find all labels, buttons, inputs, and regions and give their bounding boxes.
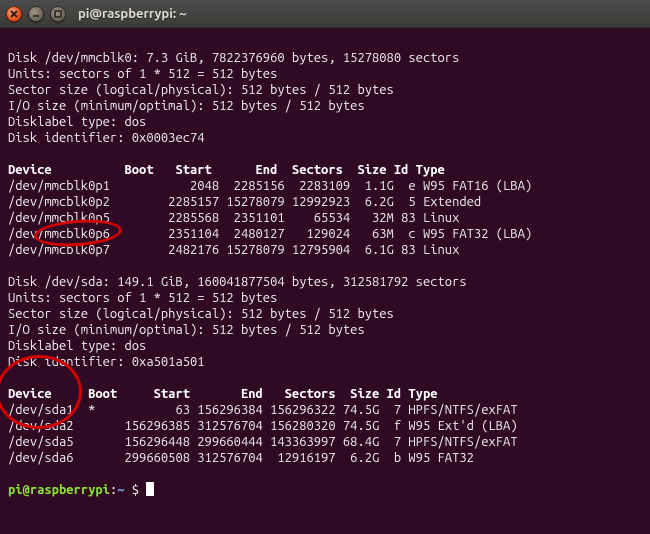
- partition-row: /dev/sda5 156296448 299660444 143363997 …: [8, 435, 518, 449]
- disk0-line5: Disklabel type: dos: [8, 115, 146, 129]
- disk1-line1: Disk /dev/sda: 149.1 GiB, 160041877504 b…: [8, 275, 467, 289]
- minimize-icon[interactable]: [28, 6, 44, 22]
- partition-row: /dev/sda1 * 63 156296384 156296322 74.5G…: [8, 403, 518, 417]
- window-titlebar: pi@raspberrypi: ~: [0, 0, 650, 28]
- partition-row: /dev/sda2 156296385 312576704 156280320 …: [8, 419, 518, 433]
- partition-row: /dev/mmcblk0p1 2048 2285156 2283109 1.1G…: [8, 179, 532, 193]
- disk0-line2: Units: sectors of 1 * 512 = 512 bytes: [8, 67, 277, 81]
- partition-row: /dev/mmcblk0p2 2285157 15278079 12992923…: [8, 195, 481, 209]
- partition-row: /dev/mmcblk0p5 2285568 2351101 65534 32M…: [8, 211, 459, 225]
- cursor: [146, 482, 154, 496]
- prompt-symbol: $: [124, 483, 146, 497]
- disk0-line3: Sector size (logical/physical): 512 byte…: [8, 83, 394, 97]
- disk0-line4: I/O size (minimum/optimal): 512 bytes / …: [8, 99, 365, 113]
- maximize-icon[interactable]: [50, 6, 66, 22]
- partition-table-header: Device Boot Start End Sectors Size Id Ty…: [8, 163, 445, 177]
- disk1-line3: Sector size (logical/physical): 512 byte…: [8, 307, 394, 321]
- window-title: pi@raspberrypi: ~: [78, 7, 186, 21]
- disk1-line6: Disk identifier: 0xa501a501: [8, 355, 205, 369]
- partition-table-header: Device Boot Start End Sectors Size Id Ty…: [8, 387, 438, 401]
- prompt-line[interactable]: pi@raspberrypi:~ $: [8, 483, 154, 497]
- close-icon[interactable]: [6, 6, 22, 22]
- disk0-line6: Disk identifier: 0x0003ec74: [8, 131, 205, 145]
- terminal-output[interactable]: Disk /dev/mmcblk0: 7.3 GiB, 7822376960 b…: [0, 28, 650, 534]
- partition-row: /dev/sda6 299660508 312576704 12916197 6…: [8, 451, 474, 465]
- disk1-line2: Units: sectors of 1 * 512 = 512 bytes: [8, 291, 277, 305]
- disk1-line5: Disklabel type: dos: [8, 339, 146, 353]
- partition-row: /dev/mmcblk0p6 2351104 2480127 129024 63…: [8, 227, 532, 241]
- disk1-line4: I/O size (minimum/optimal): 512 bytes / …: [8, 323, 365, 337]
- prompt-userhost: pi@raspberrypi: [8, 483, 110, 497]
- disk0-line1: Disk /dev/mmcblk0: 7.3 GiB, 7822376960 b…: [8, 51, 459, 65]
- partition-row: /dev/mmcblk0p7 2482176 15278079 12795904…: [8, 243, 459, 257]
